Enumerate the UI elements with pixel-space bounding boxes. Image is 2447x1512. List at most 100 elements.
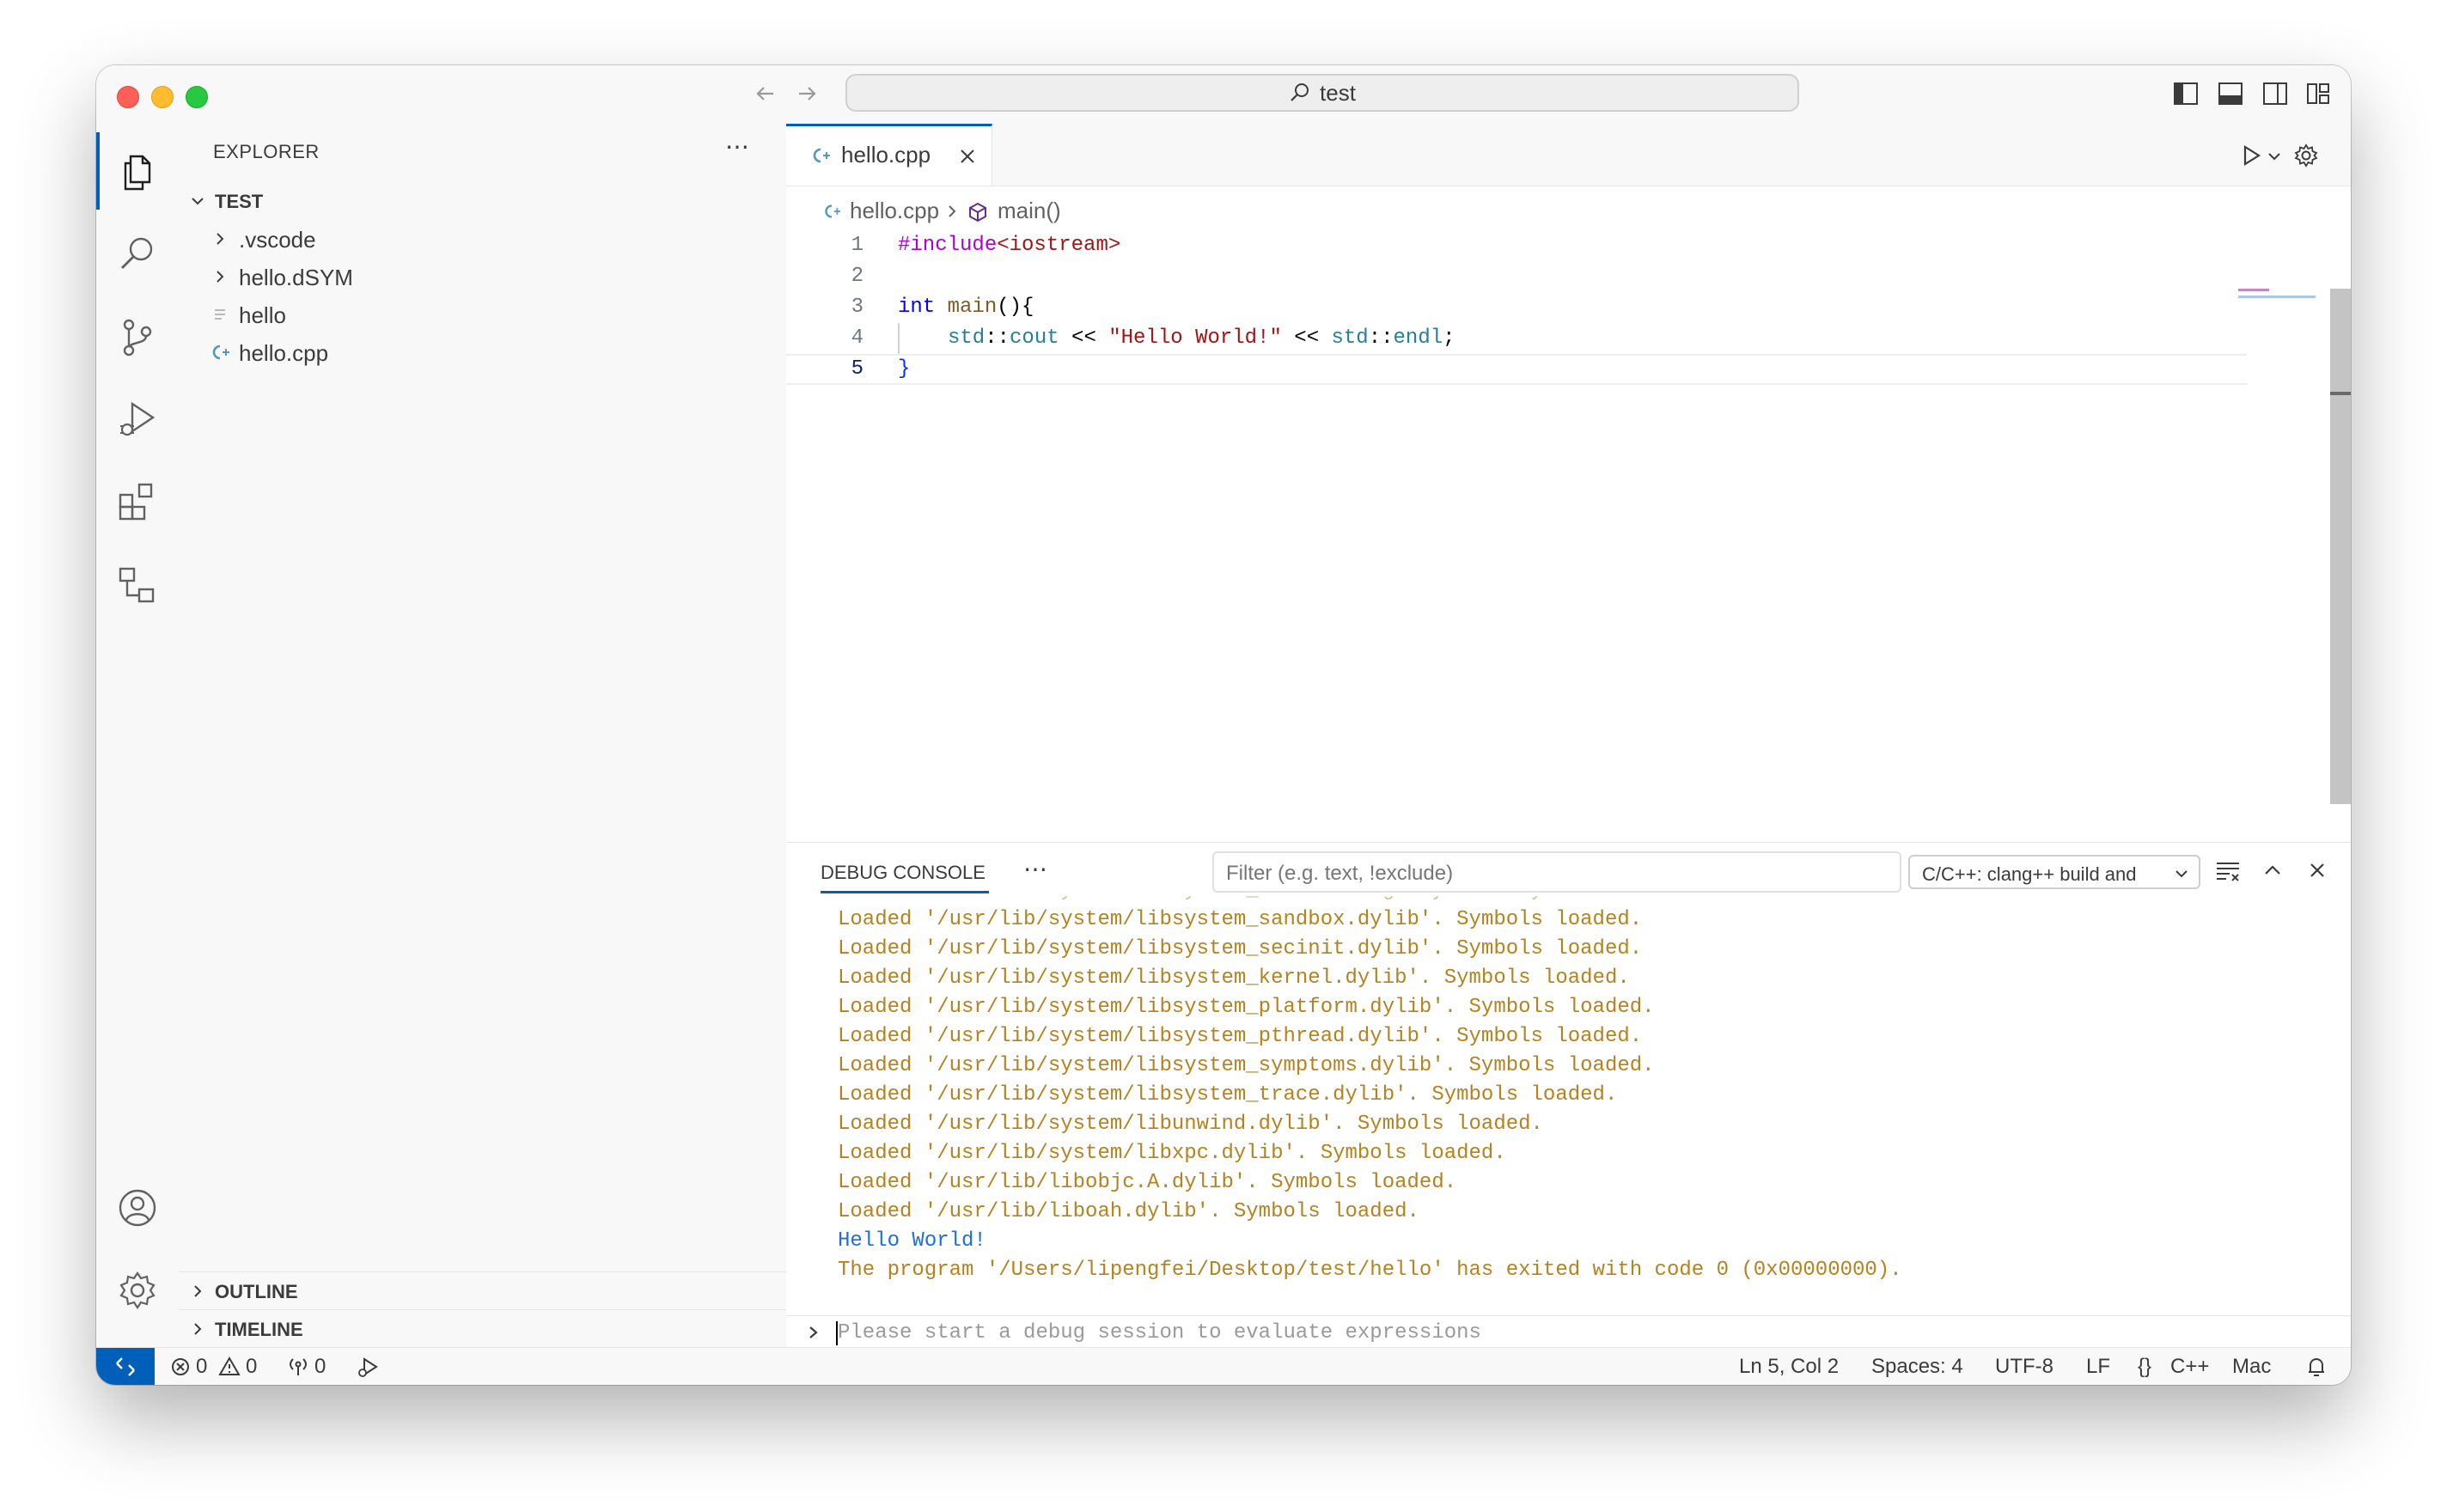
tree-item-vscode[interactable]: .vscode [179,220,786,258]
console-line: Loaded '/usr/lib/liboah.dylib'. Symbols … [838,1200,1419,1223]
debug-config-select[interactable]: C/C++: clang++ build and [1908,855,2200,889]
run-icon[interactable] [2238,143,2264,168]
current-line: 5 } [786,354,2247,385]
code-text: } [898,357,911,381]
maximize-window-button[interactable] [186,86,208,108]
tree-item-hello-cpp[interactable]: hello.cpp [179,333,786,371]
end-of-line[interactable]: LF [2086,1355,2110,1379]
console-line: The program '/Users/lipengfei/Desktop/te… [838,1259,1902,1282]
error-count: 0 [196,1355,208,1378]
vscode-window: test EXPLORER ⋯ TEST .vscode hello.dSYM … [96,65,2351,1385]
search-icon [121,237,153,269]
console-line: Loaded '/usr/lib/system/libsystem_kernel… [838,966,1630,990]
chevron-right-icon [809,1326,818,1338]
braces-icon: {} [2138,1355,2152,1378]
debug-launch-icon[interactable] [356,1357,380,1379]
chevron-down-icon [192,198,204,205]
gear-icon[interactable] [2293,143,2319,168]
line-number: 1 [851,234,863,257]
search-icon [1291,83,1309,101]
remote-explorer-icon [119,567,155,603]
accounts-activity[interactable] [96,1167,179,1249]
line-number: 3 [851,296,863,319]
minimize-window-button[interactable] [151,86,174,108]
indentation[interactable]: Spaces: 4 [1871,1355,1963,1379]
forward-arrow-icon[interactable] [794,81,820,107]
console-output[interactable]: Loaded '/usr/lib/system/libsystem_featur… [786,896,2351,1300]
tree-item-label: hello.dSYM [239,265,353,290]
clear-console-icon[interactable] [2214,858,2242,884]
outline-section[interactable]: OUTLINE [179,1271,786,1310]
code-line: 3 int main(){ [786,292,2247,323]
cursor-position[interactable]: Ln 5, Col 2 [1739,1355,1839,1379]
explorer-activity[interactable] [96,131,179,213]
close-window-button[interactable] [117,86,139,108]
folder-root-label: TEST [215,191,264,212]
console-filter-input[interactable]: Filter (e.g. text, !exclude) [1212,851,1901,893]
activity-bar [96,124,180,1347]
folder-root-test[interactable]: TEST [179,182,786,220]
line-number: 4 [851,326,863,350]
code-line: 2 [786,261,2247,292]
broadcast-icon [290,1358,307,1375]
config-label: C/C++: clang++ build and [1922,863,2137,885]
chevron-right-icon [194,1323,202,1335]
chevron-right-icon [217,271,224,283]
manage-activity[interactable] [96,1249,179,1332]
repl-input[interactable]: Please start a debug session to evaluate… [786,1315,2351,1349]
tab-label: hello.cpp [841,142,931,168]
tree-item-hello[interactable]: hello [179,296,786,333]
panel-tab-debug-console[interactable]: DEBUG CONSOLE [821,862,986,884]
command-center[interactable]: test [845,74,1799,112]
search-activity[interactable] [96,213,179,296]
bell-icon[interactable] [2304,1355,2328,1379]
editor-scrollbar[interactable] [2330,289,2351,804]
account-icon [119,1189,156,1227]
code-text: int main(){ [898,296,1034,319]
warning-icon [218,1357,241,1375]
code-text: std::cout << "Hello World!" << std::endl… [948,326,1455,350]
minimap[interactable] [2238,287,2316,304]
chevron-up-icon[interactable] [2261,858,2285,882]
chevron-right-icon [217,233,224,245]
breadcrumb-file[interactable]: hello.cpp [850,198,939,224]
close-panel-icon[interactable] [2305,858,2329,882]
error-icon [172,1358,189,1375]
chevron-right-icon [949,205,956,217]
breadcrumb-symbol[interactable]: main() [998,198,1061,224]
more-actions-icon[interactable]: ⋯ [725,132,749,161]
indent-guide [898,323,900,354]
timeline-section[interactable]: TIMELINE [179,1309,786,1348]
debug-console-panel: DEBUG CONSOLE ⋯ Filter (e.g. text, !excl… [786,842,2351,1348]
remote-indicator[interactable] [96,1348,155,1385]
console-output-line: Hello World! [838,1229,986,1253]
toggle-primary-sidebar-icon[interactable] [2172,81,2200,107]
back-arrow-icon[interactable] [753,81,778,107]
source-control-activity[interactable] [96,296,179,378]
encoding[interactable]: UTF-8 [1995,1355,2053,1379]
toggle-secondary-sidebar-icon[interactable] [2261,81,2289,107]
sidebar-title: EXPLORER [213,141,320,162]
customize-layout-icon[interactable] [2304,81,2332,107]
run-debug-activity[interactable] [96,378,179,460]
run-debug-icon [120,401,156,436]
tab-hello-cpp[interactable]: hello.cpp [786,124,992,186]
outline-label: OUTLINE [215,1281,298,1302]
extensions-activity[interactable] [96,460,179,543]
cpp-file-icon [825,204,841,218]
filter-placeholder: Filter (e.g. text, !exclude) [1226,862,1454,885]
more-actions-icon[interactable]: ⋯ [1023,855,1047,883]
console-line: Loaded '/usr/lib/libobjc.A.dylib'. Symbo… [838,1171,1457,1194]
console-line: Loaded '/usr/lib/system/libsystem_platfo… [838,996,1655,1019]
warning-count: 0 [246,1355,258,1378]
platform[interactable]: Mac [2232,1355,2271,1379]
title-bar: test [96,65,2351,125]
chevron-down-icon [2175,870,2188,878]
toggle-panel-icon[interactable] [2217,81,2244,107]
remote-explorer-activity[interactable] [96,543,179,625]
source-control-icon [123,319,152,357]
chevron-down-icon[interactable] [2266,148,2283,165]
tree-item-hello-dsym[interactable]: hello.dSYM [179,258,786,296]
close-icon[interactable] [958,147,977,166]
cpp-file-icon [813,148,830,163]
